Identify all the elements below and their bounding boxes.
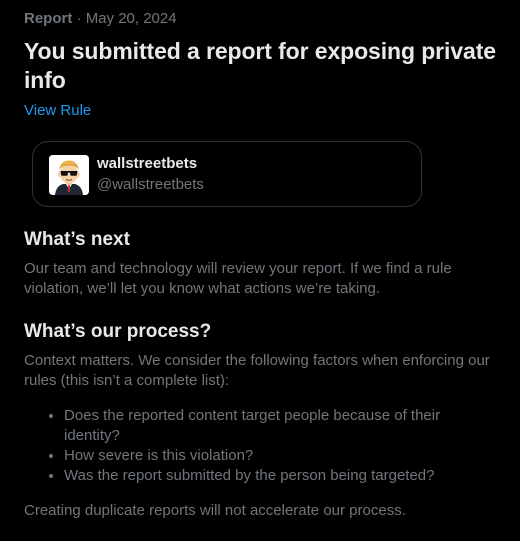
process-factors-list: Does the reported content target people …	[24, 406, 484, 486]
meta-separator: ·	[72, 10, 86, 27]
duplicate-reports-note: Creating duplicate reports will not acce…	[24, 502, 406, 519]
process-intro: Context matters. We consider the followi…	[24, 352, 490, 389]
page-title: You submitted a report for exposing priv…	[24, 38, 496, 93]
list-item: How severe is this violation?	[64, 446, 484, 466]
report-kind-label: Report	[24, 10, 73, 27]
report-details-page: Report · May 20, 2024 You submitted a re…	[24, 0, 500, 121]
list-item: Does the reported content target people …	[64, 406, 484, 446]
list-item: Was the report submitted by the person b…	[64, 466, 484, 486]
reported-account-card[interactable]: wallstreetbets @wallstreetbets	[32, 141, 422, 207]
process-heading: What’s our process?	[24, 321, 212, 342]
report-date: May 20, 2024	[85, 10, 177, 27]
wallstreetbets-mascot-avatar-icon	[49, 155, 89, 195]
account-display-name: wallstreetbets	[97, 155, 198, 172]
whats-next-heading: What’s next	[24, 229, 130, 250]
whats-next-description: Our team and technology will review your…	[24, 260, 452, 297]
report-meta: Report · May 20, 2024	[24, 10, 500, 28]
view-rule-link[interactable]: View Rule	[24, 101, 91, 121]
account-handle: @wallstreetbets	[97, 176, 204, 193]
